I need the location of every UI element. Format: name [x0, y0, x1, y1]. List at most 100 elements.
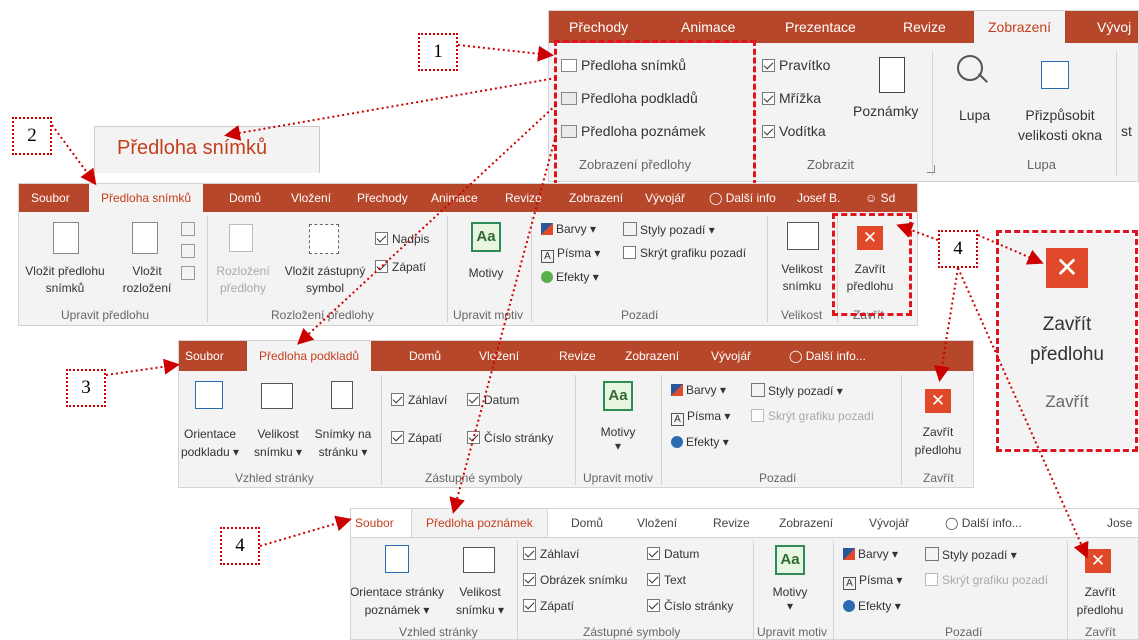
grid-checkbox[interactable]: Mřížka: [762, 90, 821, 106]
tab-animace[interactable]: Animace: [681, 19, 735, 35]
tab-zobrazeni[interactable]: Zobrazení: [569, 191, 623, 205]
tell-me-button[interactable]: ◯ Další info...: [945, 516, 1022, 530]
tab-domu[interactable]: Domů: [571, 516, 603, 530]
tab-predloha-poznamek[interactable]: Předloha poznámek: [411, 509, 548, 537]
zoomed-close-button[interactable]: Zavřít předlohu: [1000, 314, 1134, 366]
themes-button[interactable]: Motivy ▾: [583, 425, 653, 453]
tab-soubor[interactable]: Soubor: [31, 191, 70, 205]
notes-slide-size-button[interactable]: Velikost snímku ▾: [449, 585, 511, 617]
date-checkbox[interactable]: Datum: [647, 547, 699, 561]
tab-revize[interactable]: Revize: [505, 191, 542, 205]
user-name[interactable]: Jose: [1107, 516, 1132, 530]
handout-slide-size-button[interactable]: Velikost snímku ▾: [247, 427, 309, 459]
close-master-button[interactable]: Zavřít předlohu: [1067, 585, 1133, 617]
tab-domu[interactable]: Domů: [229, 191, 261, 205]
tab-predloha-podkladu[interactable]: Předloha podkladů: [247, 341, 372, 371]
size-label-2: snímku ▾: [455, 603, 505, 617]
preserve-icon[interactable]: [181, 266, 195, 280]
tell-me-button[interactable]: ◯ Další info...: [789, 349, 866, 363]
date-checkbox[interactable]: Datum: [467, 393, 519, 407]
tab-vlozeni[interactable]: Vložení: [637, 516, 677, 530]
themes-label: Motivy: [600, 425, 636, 439]
hide-bg-checkbox[interactable]: Skrýt grafiku pozadí: [751, 409, 874, 423]
fit-window-button[interactable]: Přizpůsobit velikosti okna: [1015, 107, 1105, 143]
delete-icon[interactable]: [181, 222, 195, 236]
bg-styles-dropdown[interactable]: Styly pozadí ▾: [623, 222, 715, 237]
tab-prechody[interactable]: Přechody: [357, 191, 408, 205]
fonts-dropdown[interactable]: A Písma ▾: [541, 246, 600, 263]
tab-vlozeni[interactable]: Vložení: [291, 191, 331, 205]
fit-label-1: Přizpůsobit: [1025, 107, 1095, 123]
slide-master-ribbon: Soubor Předloha snímků Domů Vložení Přec…: [18, 183, 918, 326]
rename-icon[interactable]: [181, 244, 195, 258]
tab-zobrazeni[interactable]: Zobrazení: [974, 11, 1066, 43]
footer-checkbox[interactable]: Zápatí: [391, 431, 442, 445]
insert-master-label-1: Vložit předlohu: [25, 264, 105, 278]
guides-checkbox[interactable]: Vodítka: [762, 123, 826, 139]
slide-size-button[interactable]: Velikost snímku: [771, 262, 833, 293]
callout-number-1: 1: [418, 33, 458, 71]
insert-layout-button[interactable]: Vložit rozložení: [115, 264, 179, 295]
slide-image-checkbox[interactable]: Obrázek snímku: [523, 573, 627, 587]
hide-bg-checkbox[interactable]: Skrýt grafiku pozadí: [925, 573, 1048, 587]
title-checkbox[interactable]: Nadpis: [375, 232, 429, 246]
close-label-1: Zavřít: [1084, 585, 1116, 599]
bg-styles-dropdown[interactable]: Styly pozadí ▾: [751, 383, 843, 398]
header-checkbox[interactable]: Záhlaví: [391, 393, 447, 407]
tab-revize[interactable]: Revize: [713, 516, 750, 530]
tab-soubor[interactable]: Soubor: [185, 349, 224, 363]
tab-animace[interactable]: Animace: [431, 191, 478, 205]
group-background-label: Pozadí: [759, 471, 797, 485]
page-number-checkbox[interactable]: Číslo stránky: [467, 431, 553, 445]
tab-vyvojar[interactable]: Vývojář: [711, 349, 751, 363]
master-layout-button[interactable]: Rozložení předlohy: [213, 264, 273, 295]
themes-icon: Aa: [471, 222, 501, 252]
tell-me-button[interactable]: ◯ Další info: [709, 191, 776, 205]
close-master-button[interactable]: Zavřít předlohu: [901, 425, 973, 457]
notes-button[interactable]: Poznámky: [853, 103, 918, 119]
colors-dropdown[interactable]: Barvy ▾: [843, 547, 898, 561]
group-edit-master-label: Upravit předlohu: [61, 308, 150, 322]
insert-layout-label-1: Vložit: [132, 264, 162, 278]
tab-vyvojar[interactable]: Vývojář: [645, 191, 685, 205]
effects-dropdown[interactable]: Efekty ▾: [843, 599, 901, 613]
zoom-button[interactable]: Lupa: [959, 107, 990, 123]
themes-button[interactable]: Motivy ▾: [755, 585, 825, 613]
footer-checkbox[interactable]: Zápatí: [375, 260, 426, 274]
tab-revize[interactable]: Revize: [903, 19, 946, 35]
slides-per-page-button[interactable]: Snímky na stránku ▾: [309, 427, 377, 459]
handout-orientation-button[interactable]: Orientace podkladu ▾: [179, 427, 241, 459]
tab-soubor[interactable]: Soubor: [355, 516, 394, 530]
themes-button[interactable]: Motivy: [451, 266, 521, 280]
dialog-launcher-icon[interactable]: [927, 165, 935, 173]
fonts-dropdown[interactable]: A Písma ▾: [843, 573, 902, 590]
tab-zobrazeni[interactable]: Zobrazení: [779, 516, 833, 530]
footer-checkbox[interactable]: Zápatí: [523, 599, 574, 613]
bg-styles-dropdown[interactable]: Styly pozadí ▾: [925, 547, 1017, 562]
group-close-label: Zavřít: [1085, 625, 1116, 639]
tab-prezentace[interactable]: Prezentace: [785, 19, 856, 35]
tab-vyvoj[interactable]: Vývoj: [1097, 19, 1131, 35]
notes-orientation-button[interactable]: Orientace stránky poznámek ▾: [351, 585, 449, 617]
tab-predloha-snimku[interactable]: Předloha snímků: [89, 184, 204, 212]
fonts-dropdown[interactable]: A Písma ▾: [671, 409, 730, 426]
insert-placeholder-button[interactable]: Vložit zástupný symbol: [275, 264, 375, 295]
ruler-checkbox[interactable]: Pravítko: [762, 57, 830, 73]
share-button[interactable]: ☺ Sd: [865, 191, 895, 205]
tab-revize[interactable]: Revize: [559, 349, 596, 363]
colors-dropdown[interactable]: Barvy ▾: [541, 222, 596, 236]
tab-prechody[interactable]: Přechody: [569, 19, 628, 35]
insert-master-button[interactable]: Vložit předlohu snímků: [19, 264, 111, 295]
page-number-checkbox[interactable]: Číslo stránky: [647, 599, 733, 613]
header-checkbox[interactable]: Záhlaví: [523, 547, 579, 561]
user-name[interactable]: Josef B.: [797, 191, 840, 205]
tab-domu[interactable]: Domů: [409, 349, 441, 363]
tab-zobrazeni[interactable]: Zobrazení: [625, 349, 679, 363]
hide-bg-checkbox[interactable]: Skrýt grafiku pozadí: [623, 246, 746, 260]
effects-dropdown[interactable]: Efekty ▾: [541, 270, 599, 284]
colors-dropdown[interactable]: Barvy ▾: [671, 383, 726, 397]
text-checkbox[interactable]: Text: [647, 573, 686, 587]
tab-vlozeni[interactable]: Vložení: [479, 349, 519, 363]
effects-dropdown[interactable]: Efekty ▾: [671, 435, 729, 449]
tab-vyvojar[interactable]: Vývojář: [869, 516, 909, 530]
